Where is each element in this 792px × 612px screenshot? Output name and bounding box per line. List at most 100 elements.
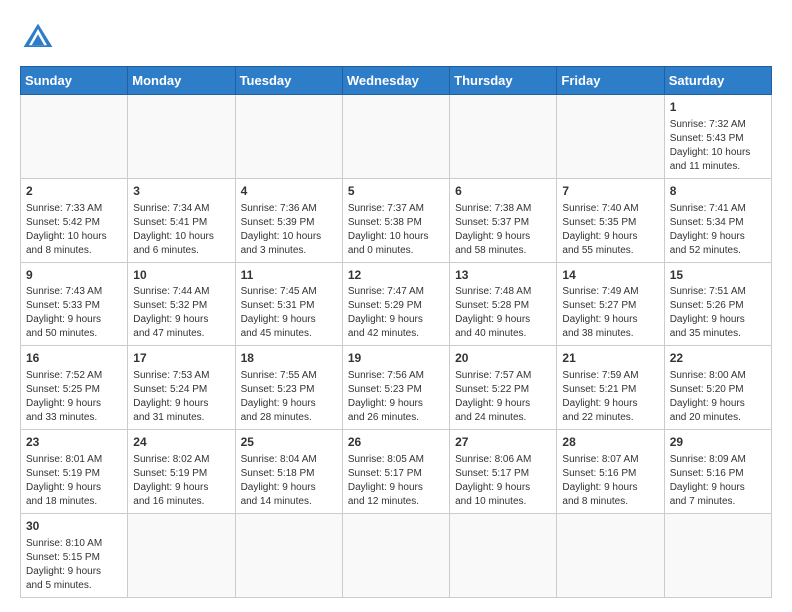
cell-content: Sunset: 5:17 PM [348, 467, 444, 481]
cell-content: and 31 minutes. [133, 411, 229, 425]
calendar-cell: 7Sunrise: 7:40 AMSunset: 5:35 PMDaylight… [557, 178, 664, 262]
day-number: 18 [241, 350, 337, 367]
cell-content: Daylight: 9 hours [562, 230, 658, 244]
cell-content: and 8 minutes. [562, 495, 658, 509]
cell-content: Sunrise: 7:36 AM [241, 202, 337, 216]
day-number: 25 [241, 434, 337, 451]
cell-content: Sunrise: 7:51 AM [670, 285, 766, 299]
calendar-header-row: SundayMondayTuesdayWednesdayThursdayFrid… [21, 67, 772, 95]
cell-content: Daylight: 9 hours [562, 313, 658, 327]
calendar-cell: 3Sunrise: 7:34 AMSunset: 5:41 PMDaylight… [128, 178, 235, 262]
cell-content: and 28 minutes. [241, 411, 337, 425]
calendar-week-5: 23Sunrise: 8:01 AMSunset: 5:19 PMDayligh… [21, 430, 772, 514]
calendar-cell [664, 513, 771, 597]
cell-content: and 38 minutes. [562, 327, 658, 341]
day-number: 27 [455, 434, 551, 451]
cell-content: Sunrise: 7:41 AM [670, 202, 766, 216]
cell-content: Daylight: 9 hours [455, 481, 551, 495]
calendar-table: SundayMondayTuesdayWednesdayThursdayFrid… [20, 66, 772, 598]
cell-content: Sunrise: 7:52 AM [26, 369, 122, 383]
day-number: 26 [348, 434, 444, 451]
calendar-cell: 24Sunrise: 8:02 AMSunset: 5:19 PMDayligh… [128, 430, 235, 514]
cell-content: Daylight: 9 hours [670, 230, 766, 244]
cell-content: Sunset: 5:15 PM [26, 551, 122, 565]
day-number: 10 [133, 267, 229, 284]
calendar-cell: 20Sunrise: 7:57 AMSunset: 5:22 PMDayligh… [450, 346, 557, 430]
day-number: 4 [241, 183, 337, 200]
calendar-cell: 1Sunrise: 7:32 AMSunset: 5:43 PMDaylight… [664, 95, 771, 179]
cell-content: Daylight: 9 hours [26, 313, 122, 327]
cell-content: Sunset: 5:23 PM [241, 383, 337, 397]
day-number: 5 [348, 183, 444, 200]
calendar-cell [21, 95, 128, 179]
cell-content: Sunset: 5:27 PM [562, 299, 658, 313]
calendar-cell: 18Sunrise: 7:55 AMSunset: 5:23 PMDayligh… [235, 346, 342, 430]
day-header-monday: Monday [128, 67, 235, 95]
cell-content: and 20 minutes. [670, 411, 766, 425]
cell-content: Sunset: 5:16 PM [670, 467, 766, 481]
calendar-cell [557, 95, 664, 179]
cell-content: Daylight: 9 hours [348, 313, 444, 327]
day-header-tuesday: Tuesday [235, 67, 342, 95]
cell-content: Daylight: 10 hours [348, 230, 444, 244]
calendar-cell: 13Sunrise: 7:48 AMSunset: 5:28 PMDayligh… [450, 262, 557, 346]
day-number: 14 [562, 267, 658, 284]
calendar-cell: 14Sunrise: 7:49 AMSunset: 5:27 PMDayligh… [557, 262, 664, 346]
calendar-week-2: 2Sunrise: 7:33 AMSunset: 5:42 PMDaylight… [21, 178, 772, 262]
calendar-cell [128, 513, 235, 597]
calendar-week-6: 30Sunrise: 8:10 AMSunset: 5:15 PMDayligh… [21, 513, 772, 597]
cell-content: and 10 minutes. [455, 495, 551, 509]
cell-content: Daylight: 10 hours [26, 230, 122, 244]
cell-content: Sunset: 5:22 PM [455, 383, 551, 397]
cell-content: Sunrise: 7:33 AM [26, 202, 122, 216]
cell-content: Sunset: 5:38 PM [348, 216, 444, 230]
cell-content: Daylight: 9 hours [241, 481, 337, 495]
calendar-cell: 17Sunrise: 7:53 AMSunset: 5:24 PMDayligh… [128, 346, 235, 430]
cell-content: Sunrise: 7:57 AM [455, 369, 551, 383]
day-number: 21 [562, 350, 658, 367]
calendar-week-3: 9Sunrise: 7:43 AMSunset: 5:33 PMDaylight… [21, 262, 772, 346]
calendar-cell: 29Sunrise: 8:09 AMSunset: 5:16 PMDayligh… [664, 430, 771, 514]
cell-content: Sunset: 5:34 PM [670, 216, 766, 230]
cell-content: Daylight: 9 hours [241, 313, 337, 327]
calendar-cell [342, 95, 449, 179]
cell-content: and 33 minutes. [26, 411, 122, 425]
day-number: 11 [241, 267, 337, 284]
cell-content: Sunrise: 8:10 AM [26, 537, 122, 551]
calendar-cell: 25 Sunrise: 8:04 AMSunset: 5:18 PMDayligh… [235, 430, 342, 514]
cell-content: Sunset: 5:18 PM [241, 467, 337, 481]
cell-content: Sunset: 5:19 PM [26, 467, 122, 481]
cell-content: and 14 minutes. [241, 495, 337, 509]
cell-content: Sunset: 5:41 PM [133, 216, 229, 230]
cell-content: and 35 minutes. [670, 327, 766, 341]
day-header-saturday: Saturday [664, 67, 771, 95]
cell-content: Sunset: 5:42 PM [26, 216, 122, 230]
calendar-cell: 26Sunrise: 8:05 AMSunset: 5:17 PMDayligh… [342, 430, 449, 514]
cell-content: Daylight: 9 hours [670, 313, 766, 327]
cell-content: and 18 minutes. [26, 495, 122, 509]
cell-content: and 52 minutes. [670, 244, 766, 258]
cell-content: Sunrise: 7:32 AM [670, 118, 766, 132]
cell-content: Sunset: 5:32 PM [133, 299, 229, 313]
cell-content: Sunset: 5:23 PM [348, 383, 444, 397]
day-number: 6 [455, 183, 551, 200]
cell-content: and 6 minutes. [133, 244, 229, 258]
cell-content: Sunrise: 8:02 AM [133, 453, 229, 467]
cell-content: Sunrise: 7:37 AM [348, 202, 444, 216]
cell-content: Sunrise: 7:38 AM [455, 202, 551, 216]
cell-content: Sunset: 5:19 PM [133, 467, 229, 481]
cell-content: and 7 minutes. [670, 495, 766, 509]
calendar-cell: 15Sunrise: 7:51 AMSunset: 5:26 PMDayligh… [664, 262, 771, 346]
day-number: 7 [562, 183, 658, 200]
calendar-cell [235, 513, 342, 597]
calendar-cell: 2Sunrise: 7:33 AMSunset: 5:42 PMDaylight… [21, 178, 128, 262]
day-number: 22 [670, 350, 766, 367]
calendar-cell: 23Sunrise: 8:01 AMSunset: 5:19 PMDayligh… [21, 430, 128, 514]
page: SundayMondayTuesdayWednesdayThursdayFrid… [0, 0, 792, 608]
day-header-thursday: Thursday [450, 67, 557, 95]
day-number: 1 [670, 99, 766, 116]
cell-content: Daylight: 9 hours [241, 397, 337, 411]
cell-content: Sunrise: 7:53 AM [133, 369, 229, 383]
cell-content: and 24 minutes. [455, 411, 551, 425]
cell-content: Sunrise: 8:04 AM [241, 453, 337, 467]
